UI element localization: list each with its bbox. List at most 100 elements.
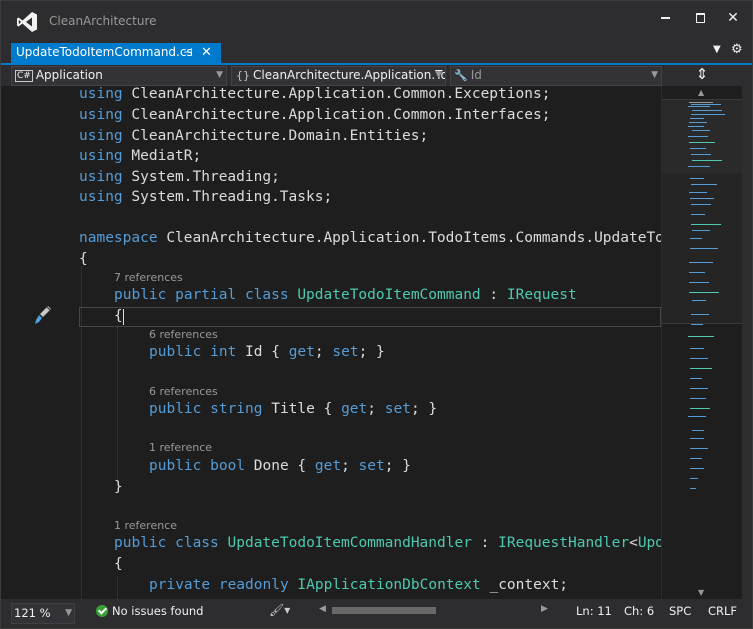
keyword: set	[332, 344, 359, 360]
maximize-button[interactable]	[686, 9, 714, 31]
identifier: Title {	[271, 401, 342, 417]
identifier: System.Threading;	[131, 169, 280, 185]
pin-tab-icon[interactable]: ⊣	[183, 43, 193, 62]
minimap-line	[688, 126, 704, 127]
minimap-line	[690, 238, 702, 239]
minimap-line	[691, 104, 721, 105]
member-dropdown[interactable]: 🔧 Id ▼	[450, 66, 662, 86]
scroll-down-icon[interactable]: ▼	[698, 588, 704, 597]
minimap-line	[689, 272, 705, 273]
minimap-line	[690, 118, 704, 119]
punctuation: ; }	[410, 401, 438, 417]
line-ending-mode[interactable]: CRLF	[708, 604, 737, 618]
minimap-line	[690, 378, 702, 379]
navigation-bar: C# Application ▼ {} CleanArchitecture.Appl…	[1, 65, 752, 86]
minimap-viewport[interactable]	[662, 99, 742, 179]
code-line: private readonly IApplicationDbContext _…	[149, 575, 568, 595]
split-icon: ⇕	[695, 65, 709, 83]
minimize-button[interactable]	[651, 9, 679, 31]
codelens-references[interactable]: 6 references	[149, 328, 218, 341]
identifier: CleanArchitecture.Application.Common.Int…	[131, 107, 551, 123]
minimap-line	[690, 468, 704, 469]
chevron-down-icon: ▼	[216, 70, 223, 80]
code-line: public bool Done { get; set; }	[149, 456, 411, 476]
code-editor[interactable]: using CleanArchitecture.Application.Comm…	[1, 86, 661, 599]
codelens-references[interactable]: 1 reference	[114, 519, 177, 532]
tab-list-dropdown-icon[interactable]: ▼	[713, 44, 721, 55]
codelens-references[interactable]: 1 reference	[149, 441, 212, 454]
minimap-line	[688, 166, 710, 167]
gear-icon[interactable]: ⚙	[731, 42, 743, 57]
minimap-scrollbar[interactable]: ▲ ▼	[662, 86, 742, 599]
minimap-line	[691, 204, 711, 205]
keyword: get	[341, 401, 368, 417]
chevron-down-icon: ▼	[651, 70, 658, 80]
keyword: namespace	[79, 230, 167, 246]
minimap-line	[692, 160, 722, 161]
code-line: public int Id { get; set; }	[149, 342, 385, 362]
tab-label: UpdateTodoItemCommand.cs	[16, 45, 193, 59]
minimap-line	[691, 154, 711, 155]
punctuation: ;	[367, 401, 385, 417]
minimap-line	[690, 478, 698, 479]
identifier: _context;	[480, 577, 569, 593]
minimap-line	[689, 282, 709, 283]
minimap-line	[688, 416, 706, 417]
type-dropdown[interactable]: {} CleanArchitecture.Application.Todo ▼	[231, 66, 446, 86]
whitespace-mode[interactable]: SPC	[669, 604, 691, 618]
minimap-line	[692, 430, 704, 431]
keyword: using	[79, 169, 132, 185]
keyword: using	[79, 148, 132, 164]
keyword: using	[79, 86, 132, 102]
minimap-line	[690, 348, 704, 349]
quick-actions-brush-icon[interactable]	[34, 304, 52, 326]
title-bar: CleanArchitecture ✕	[1, 1, 752, 41]
punctuation: ; }	[358, 344, 385, 360]
keyword: set	[384, 401, 411, 417]
project-dropdown[interactable]: C# Application ▼	[11, 66, 227, 86]
current-line-highlight	[79, 307, 661, 327]
identifier: MediatR;	[131, 148, 202, 164]
indent-guide	[117, 326, 118, 486]
minimap-line	[690, 178, 704, 179]
identifier: Done {	[253, 458, 315, 474]
codelens-references[interactable]: 7 references	[114, 271, 183, 284]
zoom-dropdown[interactable]: 121 % ▼	[11, 603, 75, 624]
zoom-level: 121 %	[14, 606, 51, 620]
minimap-line	[691, 184, 717, 185]
text-caret	[123, 309, 124, 325]
chevron-down-icon: ▼	[435, 70, 442, 80]
minimap-line	[690, 148, 706, 149]
close-tab-button[interactable]: ✕	[201, 43, 212, 62]
minimap-line	[689, 102, 713, 103]
scroll-left-icon[interactable]: ◀	[319, 604, 326, 614]
brace: {	[114, 308, 123, 324]
code-line: public partial class UpdateTodoItemComma…	[114, 285, 577, 305]
scroll-up-icon[interactable]: ▲	[698, 88, 704, 97]
tab-update-todo-item-command[interactable]: UpdateTodoItemCommand.cs ⊣ ✕	[11, 43, 221, 63]
horizontal-scroll-thumb[interactable]	[332, 607, 436, 614]
member-dropdown-label: Id	[470, 68, 482, 82]
minimap-line	[692, 110, 722, 111]
close-icon: ✕	[727, 10, 739, 26]
minimap-line	[689, 292, 719, 293]
minimap-line	[690, 198, 714, 199]
keyword: get	[288, 344, 315, 360]
keyword: public class	[114, 535, 228, 551]
issues-indicator[interactable]: No issues found	[112, 604, 203, 618]
type-name: Upda	[637, 535, 661, 551]
codelens-references[interactable]: 6 references	[149, 385, 218, 398]
keyword: using	[79, 189, 132, 205]
keyword: public partial class	[114, 287, 298, 303]
keyword: public int	[149, 344, 246, 360]
column-number: Ch: 6	[624, 604, 655, 618]
split-window-button[interactable]: ⇕	[663, 65, 741, 85]
punctuation: ;	[314, 344, 333, 360]
minimap-line	[690, 248, 718, 249]
code-cleanup-brush-icon[interactable]: 🖌▾	[269, 603, 290, 617]
scroll-right-icon[interactable]: ▶	[541, 604, 548, 614]
status-bar: 121 % ▼ No issues found 🖌▾ ◀ ▶ Ln: 11 Ch…	[1, 601, 752, 628]
close-window-button[interactable]: ✕	[719, 9, 747, 31]
brace: {	[79, 251, 88, 267]
punctuation: :	[471, 535, 499, 551]
